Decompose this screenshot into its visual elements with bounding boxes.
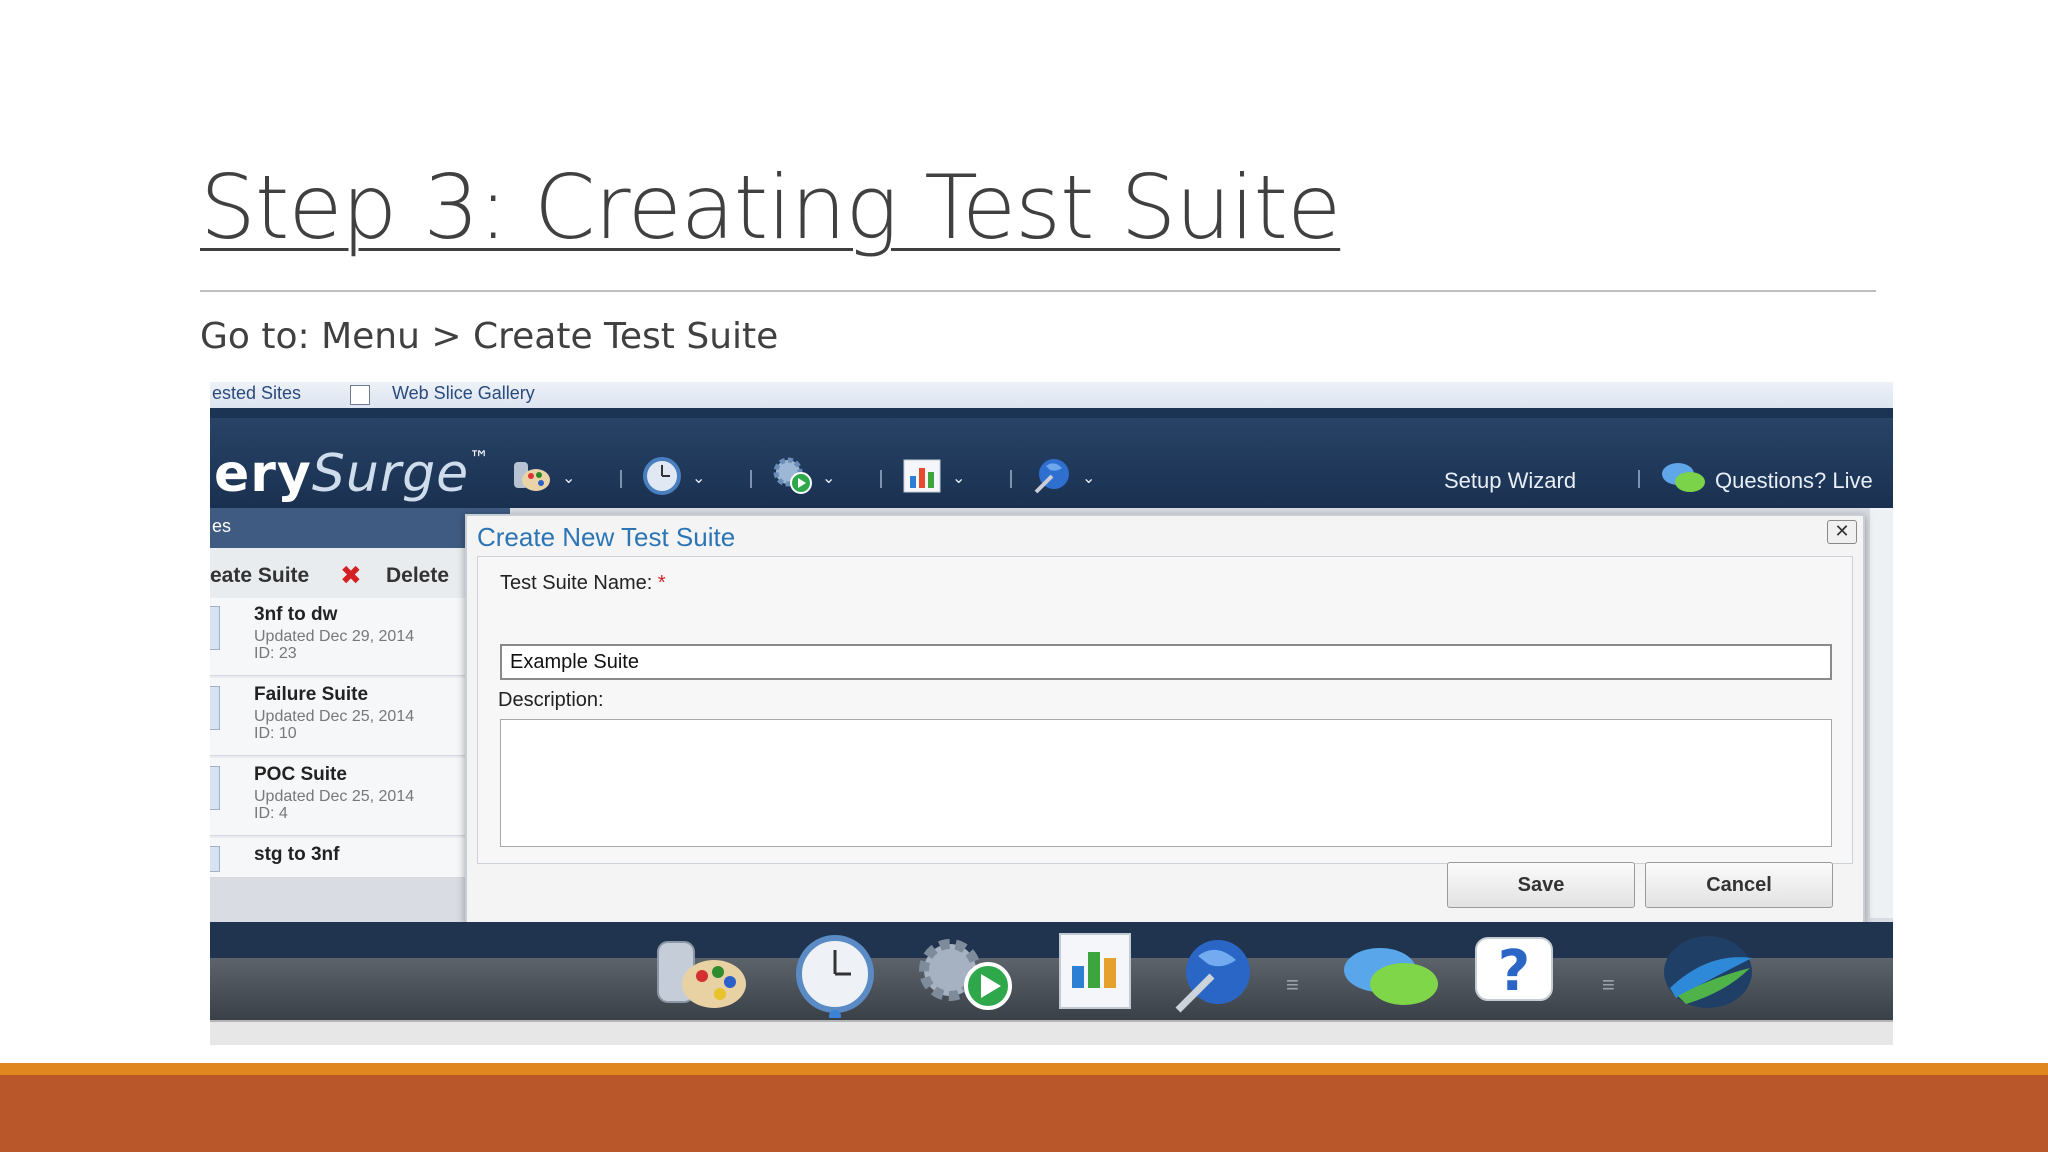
document-icon xyxy=(210,606,220,650)
toolbar-separator xyxy=(880,470,882,488)
dialog-form: Test Suite Name: * Description: xyxy=(477,556,1853,864)
slide-subtitle: Go to: Menu > Create Test Suite xyxy=(200,316,779,357)
chevron-down-icon[interactable]: ⌄ xyxy=(952,468,965,488)
toolbar-separator xyxy=(750,470,752,488)
dock-background xyxy=(210,922,1893,958)
chat-bubbles-icon[interactable] xyxy=(1660,460,1705,500)
required-marker: * xyxy=(657,572,666,594)
right-panel-edge xyxy=(1870,508,1893,918)
app-header: erySurge™ ⌄ ⌄ ⌄ ⌄ ⌄ Setup Wizard Questio… xyxy=(210,408,1893,508)
chevron-down-icon[interactable]: ⌄ xyxy=(1082,468,1095,488)
suite-list-panel: eate Suite ✖ Delete 3nf to dw Updated De… xyxy=(210,548,470,878)
cancel-button[interactable]: Cancel xyxy=(1645,862,1833,908)
web-slice-checkbox[interactable] xyxy=(350,385,370,405)
list-item[interactable]: stg to 3nf xyxy=(210,838,470,878)
toolbar-separator xyxy=(1010,470,1012,488)
palette-db-icon[interactable] xyxy=(652,936,752,1021)
setup-wizard-link[interactable]: Setup Wizard xyxy=(1444,468,1576,494)
suite-id: ID: 23 xyxy=(254,645,297,662)
close-icon[interactable]: ✕ xyxy=(1827,520,1857,544)
toolbar-separator xyxy=(620,470,622,488)
chat-bubbles-icon[interactable] xyxy=(1340,946,1444,1015)
suite-name: Failure Suite xyxy=(254,684,369,705)
suite-name-label-text: Test Suite Name: xyxy=(500,572,653,594)
footer-accent-band xyxy=(0,1063,2048,1075)
title-divider xyxy=(200,290,1876,292)
save-button[interactable]: Save xyxy=(1447,862,1635,908)
globe-wrench-icon[interactable] xyxy=(1172,936,1256,1021)
chart-icon[interactable] xyxy=(1058,932,1132,1017)
logo-globe-icon[interactable] xyxy=(1656,932,1760,1021)
dialog-title: Create New Test Suite xyxy=(477,522,736,552)
favorite-web-slice-gallery[interactable]: Web Slice Gallery xyxy=(392,383,535,404)
description-textarea[interactable] xyxy=(500,719,1832,847)
suite-name: POC Suite xyxy=(254,764,347,785)
suite-name: 3nf to dw xyxy=(254,604,338,625)
logo-text-italic: Surge xyxy=(311,444,470,504)
suite-name: stg to 3nf xyxy=(254,844,340,865)
document-icon xyxy=(210,766,220,810)
chevron-down-icon[interactable]: ⌄ xyxy=(822,468,835,488)
suite-actions: eate Suite ✖ Delete xyxy=(210,558,470,598)
suite-meta: Updated Dec 25, 2014 ID: 10 xyxy=(254,708,414,742)
logo-trademark: ™ xyxy=(469,446,491,470)
chevron-down-icon[interactable]: ⌄ xyxy=(692,468,705,488)
document-icon xyxy=(210,846,220,872)
gear-play-icon[interactable] xyxy=(910,934,1020,1023)
chevron-down-icon[interactable]: ⌄ xyxy=(562,468,575,488)
suite-updated: Updated Dec 25, 2014 xyxy=(254,788,415,805)
app-logo: erySurge™ xyxy=(214,444,490,504)
gear-play-icon[interactable] xyxy=(770,456,814,496)
footer-band xyxy=(0,1075,2048,1152)
help-icon[interactable]: ? xyxy=(1472,934,1556,1019)
section-header-label: es xyxy=(212,516,232,536)
create-test-suite-dialog: Create New Test Suite ✕ Test Suite Name:… xyxy=(465,514,1865,924)
favorites-bar: ested Sites Web Slice Gallery xyxy=(210,382,1893,408)
slide-title: Step 3: Creating Test Suite xyxy=(200,156,1341,259)
chart-icon[interactable] xyxy=(900,456,944,496)
suite-meta: Updated Dec 29, 2014 ID: 23 xyxy=(254,628,414,662)
questions-live-link[interactable]: Questions? Live xyxy=(1715,468,1873,494)
dock: ≡ ? ≡ xyxy=(210,933,1893,1022)
list-item[interactable]: POC Suite Updated Dec 25, 2014 ID: 4 xyxy=(210,758,470,836)
palette-db-icon[interactable] xyxy=(510,456,554,496)
list-item[interactable]: 3nf to dw Updated Dec 29, 2014 ID: 23 xyxy=(210,598,470,676)
delete-button[interactable]: Delete xyxy=(386,564,449,588)
suite-updated: Updated Dec 29, 2014 xyxy=(254,628,415,645)
status-bar xyxy=(210,1020,1893,1045)
dock-separator: ≡ xyxy=(1286,972,1299,997)
clock-icon[interactable] xyxy=(793,934,877,1023)
suite-name-input[interactable] xyxy=(500,644,1832,680)
toolbar-separator xyxy=(1638,470,1640,488)
suite-updated: Updated Dec 25, 2014 xyxy=(254,708,415,725)
description-label: Description: xyxy=(498,689,604,711)
delete-x-icon[interactable]: ✖ xyxy=(340,560,362,591)
document-icon xyxy=(210,686,220,730)
app-screenshot: ested Sites Web Slice Gallery erySurge™ … xyxy=(210,382,1893,1045)
clock-icon[interactable] xyxy=(640,456,684,496)
create-suite-button[interactable]: eate Suite xyxy=(210,564,309,588)
suite-id: ID: 10 xyxy=(254,725,297,742)
dock-separator: ≡ xyxy=(1602,972,1615,997)
suite-name-label: Test Suite Name: * xyxy=(500,572,666,595)
svg-text:?: ? xyxy=(1498,939,1530,1004)
globe-wrench-icon[interactable] xyxy=(1030,456,1074,496)
suite-meta: Updated Dec 25, 2014 ID: 4 xyxy=(254,788,414,822)
favorite-suggested-sites[interactable]: ested Sites xyxy=(212,383,301,404)
suite-id: ID: 4 xyxy=(254,805,288,822)
logo-text-bold: ery xyxy=(214,444,312,504)
list-item[interactable]: Failure Suite Updated Dec 25, 2014 ID: 10 xyxy=(210,678,470,756)
